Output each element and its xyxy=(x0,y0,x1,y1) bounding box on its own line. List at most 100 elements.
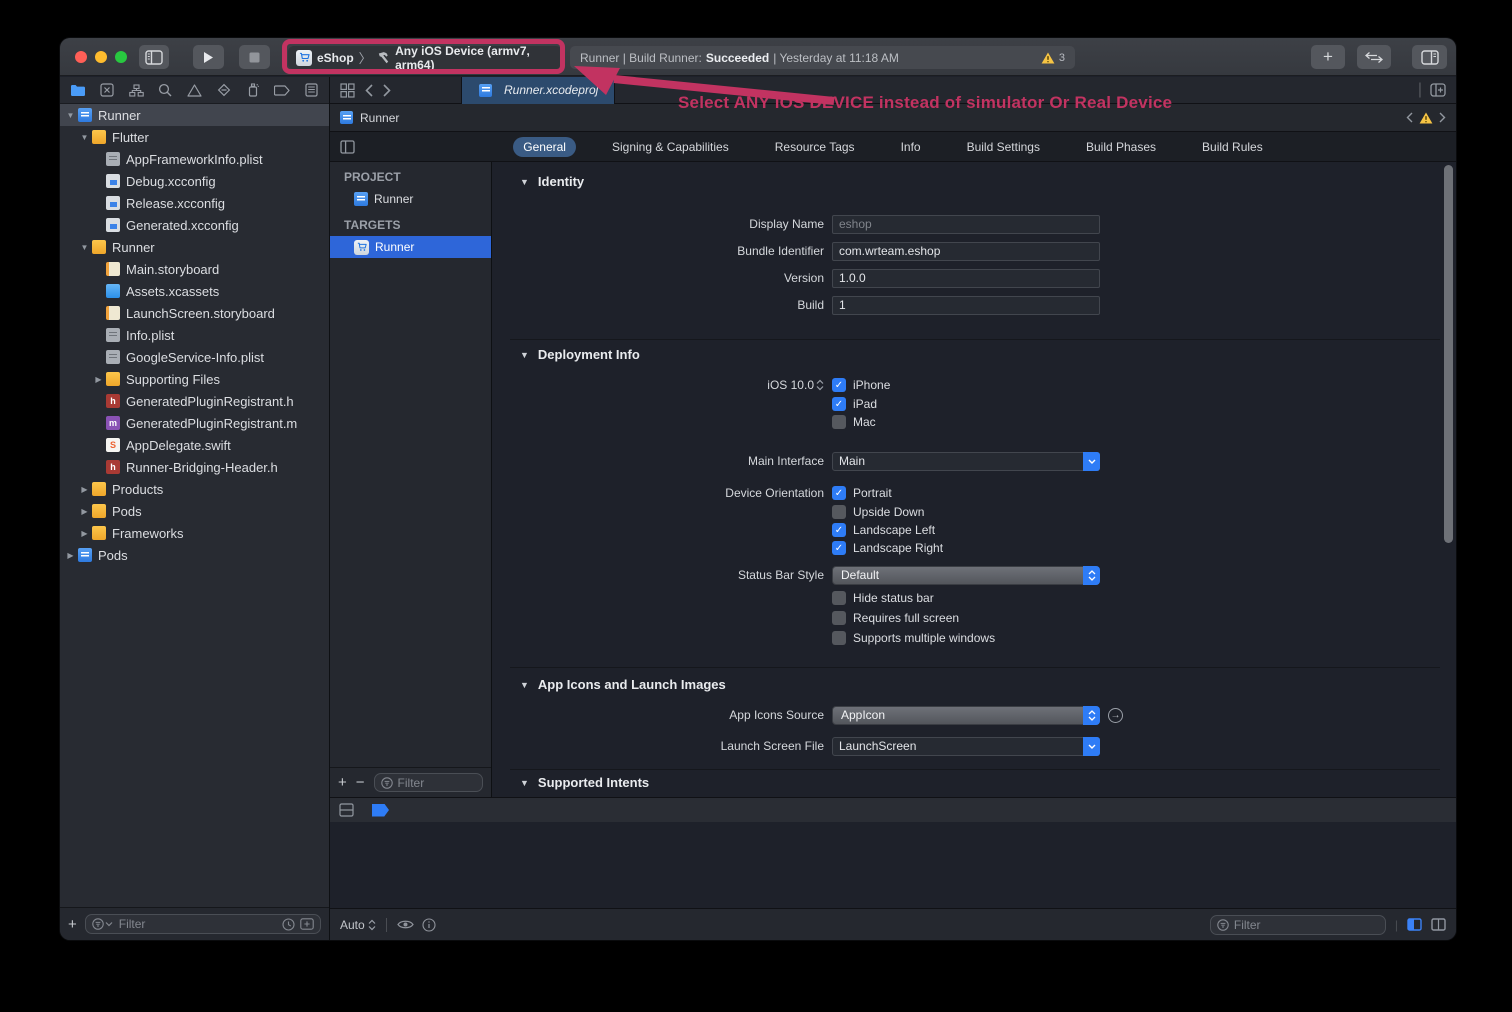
tree-row-file[interactable]: GoogleService-Info.plist xyxy=(60,346,329,368)
portrait-checkbox[interactable] xyxy=(832,486,846,500)
scheme-selector[interactable]: eShop 〉 Any iOS Device (armv7, arm64) xyxy=(288,46,562,69)
forward-icon[interactable] xyxy=(383,84,391,97)
back-icon[interactable] xyxy=(365,84,373,97)
goto-appicon-arrow-button[interactable]: → xyxy=(1108,708,1123,723)
landscape-right-checkbox[interactable] xyxy=(832,541,846,555)
tree-row-file[interactable]: Info.plist xyxy=(60,324,329,346)
tree-row-file[interactable]: Release.xcconfig xyxy=(60,192,329,214)
device-mac-row[interactable]: Mac xyxy=(832,415,876,429)
editor-sidebar-toggle[interactable] xyxy=(340,140,355,154)
warning-icon[interactable] xyxy=(1419,112,1433,124)
quicklook-eye-icon[interactable] xyxy=(397,919,414,930)
display-name-field[interactable]: eshop xyxy=(832,215,1100,234)
tab-info[interactable]: Info xyxy=(891,137,931,157)
tree-row-runner-folder[interactable]: Runner xyxy=(60,236,329,258)
requires-full-screen-checkbox[interactable] xyxy=(832,611,846,625)
debug-navigator-icon[interactable] xyxy=(243,81,263,99)
close-window-button[interactable] xyxy=(75,51,87,63)
build-field[interactable]: 1 xyxy=(832,296,1100,315)
add-editor-icon[interactable] xyxy=(1430,83,1446,97)
library-add-button[interactable]: + xyxy=(1311,45,1345,69)
tab-resource-tags[interactable]: Resource Tags xyxy=(765,137,865,157)
code-review-button[interactable] xyxy=(1357,45,1391,69)
tab-build-phases[interactable]: Build Phases xyxy=(1076,137,1166,157)
hide-status-bar-row[interactable]: Hide status bar xyxy=(832,591,934,605)
tree-row-flutter[interactable]: Flutter xyxy=(60,126,329,148)
target-item-runner[interactable]: Runner xyxy=(330,236,491,258)
tree-row-pods-project[interactable]: Pods xyxy=(60,544,329,566)
editor-scrollbar[interactable] xyxy=(1444,165,1453,543)
upside-down-checkbox[interactable] xyxy=(832,505,846,519)
disclosure-icon[interactable] xyxy=(92,375,105,384)
orientation-upside-down-row[interactable]: Upside Down xyxy=(832,505,924,519)
breakpoint-navigator-icon[interactable] xyxy=(272,81,292,99)
run-button[interactable] xyxy=(193,45,224,69)
orientation-landscape-left-row[interactable]: Landscape Left xyxy=(832,523,935,537)
next-issue-icon[interactable] xyxy=(1439,112,1446,123)
tree-row-file[interactable]: AppFrameworkInfo.plist xyxy=(60,148,329,170)
requires-full-screen-row[interactable]: Requires full screen xyxy=(832,611,959,625)
app-icons-source-dropdown[interactable]: AppIcon xyxy=(832,706,1100,725)
status-bar-style-dropdown[interactable]: Default xyxy=(832,566,1100,585)
inspector-toggle-button[interactable] xyxy=(1412,45,1447,69)
recents-clock-icon[interactable] xyxy=(282,918,295,931)
deployment-section-header[interactable]: ▼ Deployment Info xyxy=(520,347,640,362)
minimize-window-button[interactable] xyxy=(95,51,107,63)
auto-variables-dropdown[interactable]: Auto xyxy=(340,918,376,932)
tree-row-folder[interactable]: Frameworks xyxy=(60,522,329,544)
hide-status-bar-checkbox[interactable] xyxy=(832,591,846,605)
tree-row-runner-project[interactable]: Runner xyxy=(60,104,329,126)
launch-screen-file-dropdown[interactable]: LaunchScreen xyxy=(832,737,1100,756)
project-item-runner[interactable]: Runner xyxy=(330,188,491,210)
disclosure-icon[interactable] xyxy=(78,529,91,538)
tree-row-folder[interactable]: Supporting Files xyxy=(60,368,329,390)
tree-row-file[interactable]: Main.storyboard xyxy=(60,258,329,280)
supports-multiple-windows-row[interactable]: Supports multiple windows xyxy=(832,631,995,645)
warning-badge[interactable]: 3 xyxy=(1041,52,1065,64)
test-navigator-icon[interactable] xyxy=(214,81,234,99)
tab-build-rules[interactable]: Build Rules xyxy=(1192,137,1273,157)
main-interface-dropdown[interactable]: Main xyxy=(832,452,1100,471)
breakpoints-toggle-icon[interactable] xyxy=(372,804,389,817)
mac-checkbox[interactable] xyxy=(832,415,846,429)
disclosure-icon[interactable] xyxy=(64,551,77,560)
tree-row-file[interactable]: GeneratedPluginRegistrant.m xyxy=(60,412,329,434)
debug-panel-icon[interactable] xyxy=(339,803,354,817)
tab-signing-capabilities[interactable]: Signing & Capabilities xyxy=(602,137,739,157)
tree-row-folder[interactable]: Products xyxy=(60,478,329,500)
tree-row-folder[interactable]: Pods xyxy=(60,500,329,522)
add-file-button[interactable]: + xyxy=(68,916,77,933)
supports-multiple-windows-checkbox[interactable] xyxy=(832,631,846,645)
disclosure-icon[interactable] xyxy=(78,507,91,516)
disclosure-icon[interactable] xyxy=(78,243,91,252)
variables-view-toggle-icon[interactable] xyxy=(1407,918,1422,931)
stepper-icon[interactable] xyxy=(816,379,824,391)
add-filter-icon[interactable] xyxy=(300,918,314,930)
tree-row-file[interactable]: Assets.xcassets xyxy=(60,280,329,302)
tree-row-file[interactable]: Runner-Bridging-Header.h xyxy=(60,456,329,478)
orientation-portrait-row[interactable]: Portrait xyxy=(832,486,892,500)
project-navigator-icon[interactable] xyxy=(68,81,88,99)
disclosure-icon[interactable] xyxy=(64,111,77,120)
tree-row-file[interactable]: Debug.xcconfig xyxy=(60,170,329,192)
iphone-checkbox[interactable] xyxy=(832,378,846,392)
disclosure-icon[interactable] xyxy=(78,485,91,494)
ipad-checkbox[interactable] xyxy=(832,397,846,411)
jump-bar-item[interactable]: Runner xyxy=(360,111,399,125)
remove-target-button[interactable]: − xyxy=(356,774,365,791)
previous-issue-icon[interactable] xyxy=(1406,112,1413,123)
targets-filter-field[interactable]: Filter xyxy=(374,773,483,792)
zoom-window-button[interactable] xyxy=(115,51,127,63)
identity-section-header[interactable]: ▼ Identity xyxy=(520,174,584,189)
device-iphone-row[interactable]: iPhone xyxy=(832,378,890,392)
source-control-navigator-icon[interactable] xyxy=(97,81,117,99)
disclosure-icon[interactable] xyxy=(78,133,91,142)
tab-runner-xcodeproj[interactable]: Runner.xcodeproj xyxy=(461,77,615,104)
supported-intents-section-header[interactable]: ▼ Supported Intents xyxy=(520,775,649,790)
app-icons-section-header[interactable]: ▼ App Icons and Launch Images xyxy=(520,677,726,692)
bundle-identifier-field[interactable]: com.wrteam.eshop xyxy=(832,242,1100,261)
tab-build-settings[interactable]: Build Settings xyxy=(957,137,1050,157)
info-icon[interactable] xyxy=(422,918,436,932)
console-view-toggle-icon[interactable] xyxy=(1431,918,1446,931)
orientation-landscape-right-row[interactable]: Landscape Right xyxy=(832,541,943,555)
